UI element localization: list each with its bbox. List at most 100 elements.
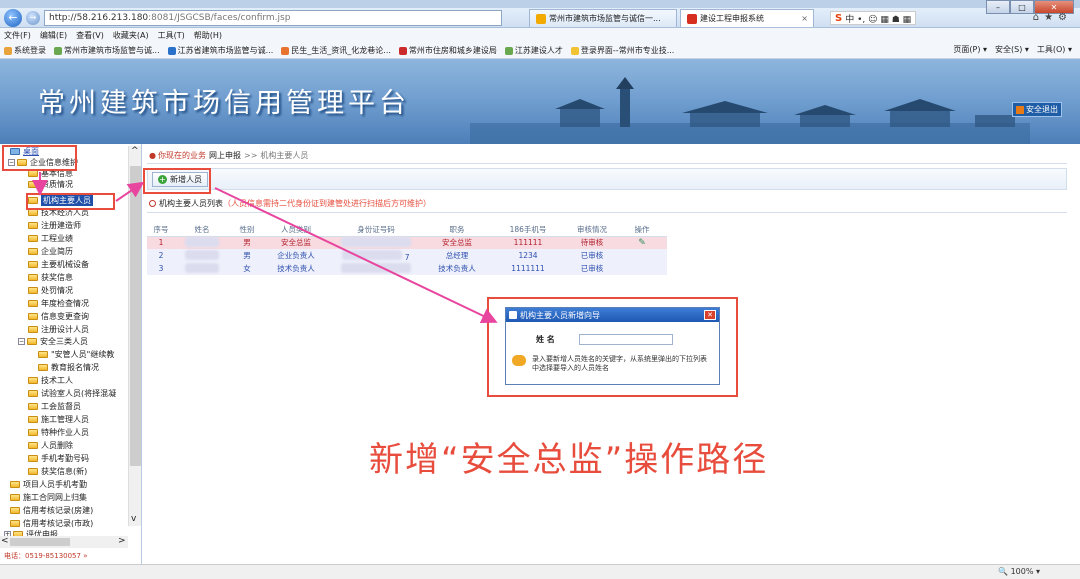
cell-action (617, 262, 667, 275)
tab-close-icon[interactable]: × (801, 14, 808, 23)
name-input[interactable] (578, 334, 673, 345)
fav-link[interactable]: 民生_生活_资讯_化龙巷论... (281, 45, 391, 56)
sidebar-item-awards[interactable]: 获奖信息 (28, 272, 73, 282)
scroll-thumb[interactable] (130, 166, 141, 466)
fav-link[interactable]: 系统登录 (4, 45, 46, 56)
menu-favorites[interactable]: 收藏夹(A) (113, 30, 149, 41)
sidebar-item-machinery[interactable]: 主要机械设备 (28, 259, 89, 269)
menu-tools[interactable]: 工具(T) (158, 30, 185, 41)
scroll-thumb[interactable] (10, 538, 70, 546)
sidebar-item-registered-builder[interactable]: 注册建造师 (28, 220, 81, 230)
favorites-bar: 系统登录 常州市建筑市场监管与诚... 江苏省建筑市场监管与诚... 民生_生活… (0, 43, 1080, 59)
site-banner: 常州建筑市场信用管理平台 安全退出 (0, 59, 1080, 144)
tab-declare-system[interactable]: 建设工程申报系统 × (680, 9, 814, 27)
cell-no: 1 (147, 236, 175, 249)
folder-icon (28, 299, 38, 307)
sidebar-item-company-history[interactable]: 企业简历 (28, 246, 73, 256)
cell-gender: 男 (229, 249, 265, 262)
col-header: 职务 (425, 223, 489, 237)
redacted-block (342, 249, 403, 260)
annotation-box-key-staff (26, 193, 115, 210)
logout-button[interactable]: 安全退出 (1012, 102, 1062, 117)
zoom-level[interactable]: 🔍 100% ▾ (998, 567, 1040, 576)
sidebar-item-credit-municipal[interactable]: 信用考核记录(市政) (10, 518, 93, 528)
forward-arrow-icon[interactable]: → (26, 10, 40, 25)
tab-jgbz[interactable]: 常州市建筑市场监管与诚信一... (529, 9, 677, 27)
fav-link[interactable]: 常州市建筑市场监管与诚... (54, 45, 160, 56)
sidebar-item-project-attendance[interactable]: 项目人员手机考勤 (10, 479, 87, 489)
cmd-tools[interactable]: 工具(O) ▾ (1037, 44, 1072, 55)
sidebar-item-union-supervisor[interactable]: 工会监督员 (28, 401, 81, 411)
dialog-title: 机构主要人员新增向导 (520, 310, 600, 320)
sidebar-item-contract-archive[interactable]: 施工合同网上归集 (10, 492, 87, 502)
maximize-icon[interactable]: □ (1010, 0, 1034, 14)
home-star-gear-icons[interactable]: ⌂★⚙ (1033, 12, 1072, 23)
collapse-toggle-icon[interactable]: − (18, 337, 25, 345)
sidebar-item-safety-staff[interactable]: − 安全三类人员 (18, 336, 88, 346)
list-title: 机构主要人员列表 (159, 199, 223, 208)
site-title: 常州建筑市场信用管理平台 (38, 88, 410, 119)
sidebar-item-credit-housing[interactable]: 信用考核记录(房建) (10, 505, 93, 515)
cmd-safety[interactable]: 安全(S) ▾ (995, 44, 1029, 55)
breadcrumb-section[interactable]: 网上申报 (209, 150, 241, 161)
contact-phone: 电话：0519-85130057 » (4, 552, 88, 560)
sidebar-item-safety-education[interactable]: "安管人员"继续教 (38, 349, 114, 359)
folder-icon (28, 402, 38, 410)
scroll-left-icon[interactable]: < (1, 536, 9, 546)
sidebar-horizontal-scrollbar[interactable]: < > (0, 536, 128, 548)
folder-icon (28, 260, 38, 268)
breadcrumb-bullet-icon: ● (149, 151, 156, 160)
table-row[interactable]: 3 女 技术负责人 技术负责人 1111111 已审核 (147, 262, 667, 275)
sidebar-item-delete-staff[interactable]: 人员删除 (28, 440, 73, 450)
menu-view[interactable]: 查看(V) (76, 30, 104, 41)
sidebar-item-education-signup[interactable]: 教育报名情况 (38, 362, 99, 372)
cell-no: 2 (147, 249, 175, 262)
breadcrumb-sep: >> (243, 151, 258, 160)
sidebar-item-qualification[interactable]: 资质情况 (28, 179, 73, 189)
menu-file[interactable]: 文件(F) (4, 30, 31, 41)
menu-edit[interactable]: 编辑(E) (40, 30, 67, 41)
cmd-page[interactable]: 页面(P) ▾ (953, 44, 987, 55)
dialog-close-icon[interactable]: ✕ (704, 310, 716, 320)
sidebar-item-annual-check[interactable]: 年度检查情况 (28, 298, 89, 308)
cell-phone: 1234 (489, 249, 567, 262)
cell-phone: 1111111 (489, 262, 567, 275)
sidebar-vertical-scrollbar[interactable]: ^ v (128, 146, 141, 526)
sidebar-item-attendance-phone[interactable]: 手机考勤号码 (28, 453, 89, 463)
sidebar-item-skilled-workers[interactable]: 技术工人 (28, 375, 73, 385)
cell-no: 3 (147, 262, 175, 275)
url-input[interactable]: http://58.216.213.180:8081/JSGCSB/faces/… (44, 10, 502, 26)
redacted-block (341, 236, 411, 247)
sidebar-item-change-query[interactable]: 信息变更查询 (28, 311, 89, 321)
sidebar-item-lab-staff[interactable]: 试验室人员(将择混凝 (28, 388, 116, 398)
sidebar-item-special-workers[interactable]: 特种作业人员 (28, 427, 89, 437)
command-bar: 页面(P) ▾ 安全(S) ▾ 工具(O) ▾ (953, 44, 1072, 55)
back-arrow-icon[interactable]: ← (4, 8, 22, 27)
table-row[interactable]: 2 男 企业负责人 7 总经理 1234 已审核 (147, 249, 667, 262)
input-method-toolbar[interactable]: S中 •, ☺ ▦ ☗ ▦ (830, 11, 917, 25)
window-icon (509, 311, 517, 319)
sidebar-item-penalties[interactable]: 处罚情况 (28, 285, 73, 295)
scroll-up-icon[interactable]: ^ (131, 146, 139, 156)
page-icon (504, 46, 513, 55)
menu-help[interactable]: 帮助(H) (194, 30, 222, 41)
site-favicon-icon (536, 13, 546, 24)
fav-link[interactable]: 江苏省建筑市场监管与诚... (167, 45, 273, 56)
cell-action (617, 249, 667, 262)
scroll-down-icon[interactable]: v (131, 514, 136, 524)
sidebar-item-site-managers[interactable]: 施工管理人员 (28, 414, 89, 424)
fav-link[interactable]: 江苏建设人才 (504, 45, 563, 56)
sidebar-item-project-record[interactable]: 工程业绩 (28, 233, 73, 243)
fav-link[interactable]: 登录界面--常州市专业技... (570, 45, 674, 56)
sidebar-item-designer[interactable]: 注册设计人员 (28, 324, 89, 334)
annotation-box-company-info (2, 145, 77, 171)
cell-name-redacted (175, 236, 229, 249)
edit-icon[interactable]: ✎ (638, 238, 646, 248)
scroll-right-icon[interactable]: > (118, 536, 126, 546)
sidebar-item-awards-new[interactable]: 获奖信息(新) (28, 466, 87, 476)
folder-icon (27, 337, 37, 345)
minimize-icon[interactable]: – (986, 0, 1010, 14)
fav-link[interactable]: 常州市住房和城乡建设局 (398, 45, 497, 56)
table-row[interactable]: 1 男 安全总监 安全总监 111111 待审核 ✎ (147, 236, 667, 249)
redacted-block (185, 249, 219, 260)
